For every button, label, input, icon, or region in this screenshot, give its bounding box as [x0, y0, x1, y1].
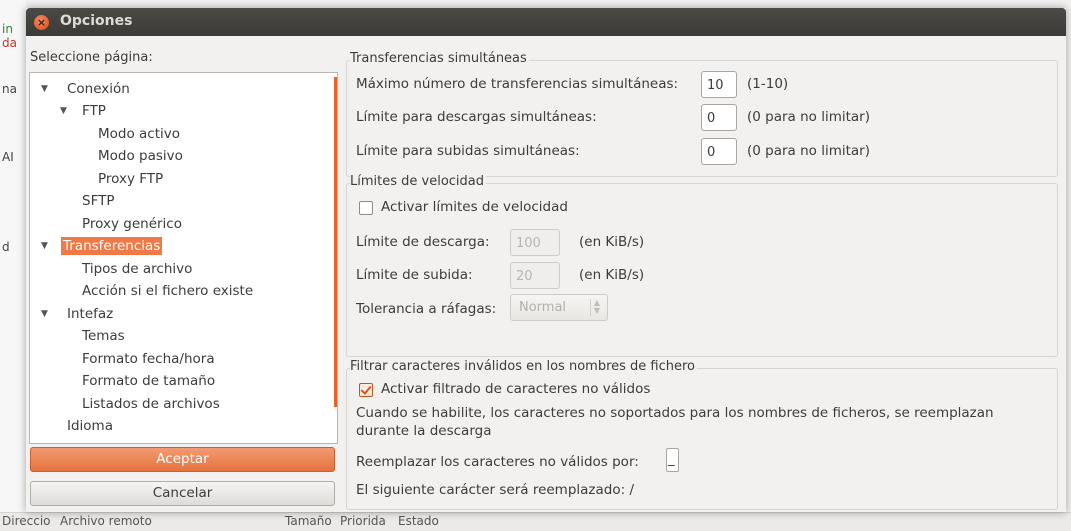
background-fragment: da	[2, 36, 17, 50]
tree-item-modo-pasivo[interactable]: Modo pasivo	[98, 146, 183, 167]
tree-item-ftp[interactable]: ▼ FTP	[60, 101, 106, 122]
background-fragment: na	[2, 82, 17, 96]
replace-char-label: Reemplazar los caracteres no válidos por…	[356, 454, 639, 470]
tree-item-formato-tamano[interactable]: Formato de tamaño	[82, 371, 215, 392]
tree-item-idioma[interactable]: Idioma	[67, 416, 113, 437]
max-transfers-input[interactable]: 10	[701, 71, 737, 98]
max-transfers-label: Máximo número de transferencias simultán…	[356, 76, 679, 92]
close-icon[interactable]: ×	[34, 15, 49, 30]
background-fragment: in	[2, 22, 13, 36]
burst-tolerance-select[interactable]: Normal ▲ ▼	[510, 294, 608, 321]
burst-tolerance-label: Tolerancia a ráfagas:	[356, 301, 497, 317]
upload-speed-input[interactable]: 20	[510, 262, 560, 289]
column-header: Direccio	[2, 514, 51, 528]
upload-limit-label: Límite para subidas simultáneas:	[356, 143, 580, 159]
background-queue-header: Direccio Archivo remoto Tamaño Priorida …	[0, 512, 1071, 531]
download-speed-unit: (en KiB/s)	[579, 234, 645, 250]
speed-limit-checkbox[interactable]	[359, 201, 373, 215]
tree-item-temas[interactable]: Temas	[82, 326, 125, 347]
max-transfers-hint: (1-10)	[747, 76, 789, 92]
filter-checkbox[interactable]	[359, 383, 373, 397]
tree-item-conexion[interactable]: ▼ Conexión	[41, 79, 130, 100]
tree-scrollbar[interactable]	[334, 77, 337, 407]
tree-item-listados[interactable]: Listados de archivos	[82, 394, 220, 415]
expanded-arrow-icon[interactable]: ▼	[60, 101, 70, 122]
column-header: Archivo remoto	[60, 514, 152, 528]
filter-group-title: Filtrar caracteres inválidos en los nomb…	[350, 359, 697, 374]
upload-limit-input[interactable]: 0	[701, 138, 737, 165]
tree-item-accion-si-existe[interactable]: Acción si el fichero existe	[82, 281, 253, 302]
accept-button[interactable]: Aceptar	[30, 447, 335, 472]
spin-arrows-icon: ▲ ▼	[590, 299, 603, 316]
column-header: Estado	[398, 514, 439, 528]
tree-item-modo-activo[interactable]: Modo activo	[98, 124, 180, 145]
simultaneous-group-title: Transferencias simultáneas	[350, 51, 529, 66]
column-header: Tamaño	[285, 514, 332, 528]
window-title: Opciones	[60, 13, 133, 29]
cancel-button[interactable]: Cancelar	[30, 481, 335, 506]
tree-item-formato-fecha[interactable]: Formato fecha/hora	[82, 349, 215, 370]
expanded-arrow-icon[interactable]: ▼	[41, 79, 51, 100]
background-fragment: AI	[2, 150, 14, 164]
background-app-edge	[0, 0, 26, 530]
download-speed-label: Límite de descarga:	[356, 234, 490, 250]
expanded-arrow-icon[interactable]: ▼	[41, 304, 51, 325]
filter-checkbox-label: Activar filtrado de caracteres no válido…	[381, 381, 651, 397]
upload-speed-unit: (en KiB/s)	[579, 267, 645, 283]
next-char-label: El siguiente carácter será reemplazado: …	[356, 482, 635, 498]
filter-description-line2: durante la descarga	[356, 423, 492, 439]
column-header: Priorida	[340, 514, 386, 528]
page-tree[interactable]: ▼ Conexión ▼ FTP Modo activo Modo pasivo P…	[29, 72, 338, 444]
background-fragment: d	[2, 240, 10, 254]
speed-limit-checkbox-label: Activar límites de velocidad	[381, 199, 568, 215]
tree-item-proxy-generico[interactable]: Proxy genérico	[82, 214, 182, 235]
tree-item-transferencias[interactable]: ▼ Transferencias	[41, 236, 163, 257]
download-limit-hint: (0 para no limitar)	[747, 109, 870, 125]
tree-item-tipos-de-archivo[interactable]: Tipos de archivo	[82, 259, 192, 280]
speed-group-title: Límites de velocidad	[350, 174, 486, 189]
title-bar: × Opciones	[26, 8, 1066, 36]
download-speed-input[interactable]: 100	[510, 229, 560, 256]
upload-speed-label: Límite de subida:	[356, 267, 473, 283]
tree-item-sftp[interactable]: SFTP	[82, 191, 114, 212]
page-select-label: Seleccione página:	[30, 50, 153, 65]
options-dialog: × Opciones Seleccione página: ▼ Conexión …	[26, 8, 1066, 512]
filter-description-line1: Cuando se habilite, los caracteres no so…	[356, 405, 994, 421]
expanded-arrow-icon[interactable]: ▼	[41, 236, 51, 257]
download-limit-input[interactable]: 0	[701, 104, 737, 131]
tree-item-proxy-ftp[interactable]: Proxy FTP	[98, 169, 163, 190]
tree-item-intefaz[interactable]: ▼ Intefaz	[41, 304, 113, 325]
upload-limit-hint: (0 para no limitar)	[747, 143, 870, 159]
replace-char-input[interactable]: _	[666, 448, 679, 472]
burst-tolerance-value: Normal	[519, 300, 567, 315]
download-limit-label: Límite para descargas simultáneas:	[356, 109, 597, 125]
